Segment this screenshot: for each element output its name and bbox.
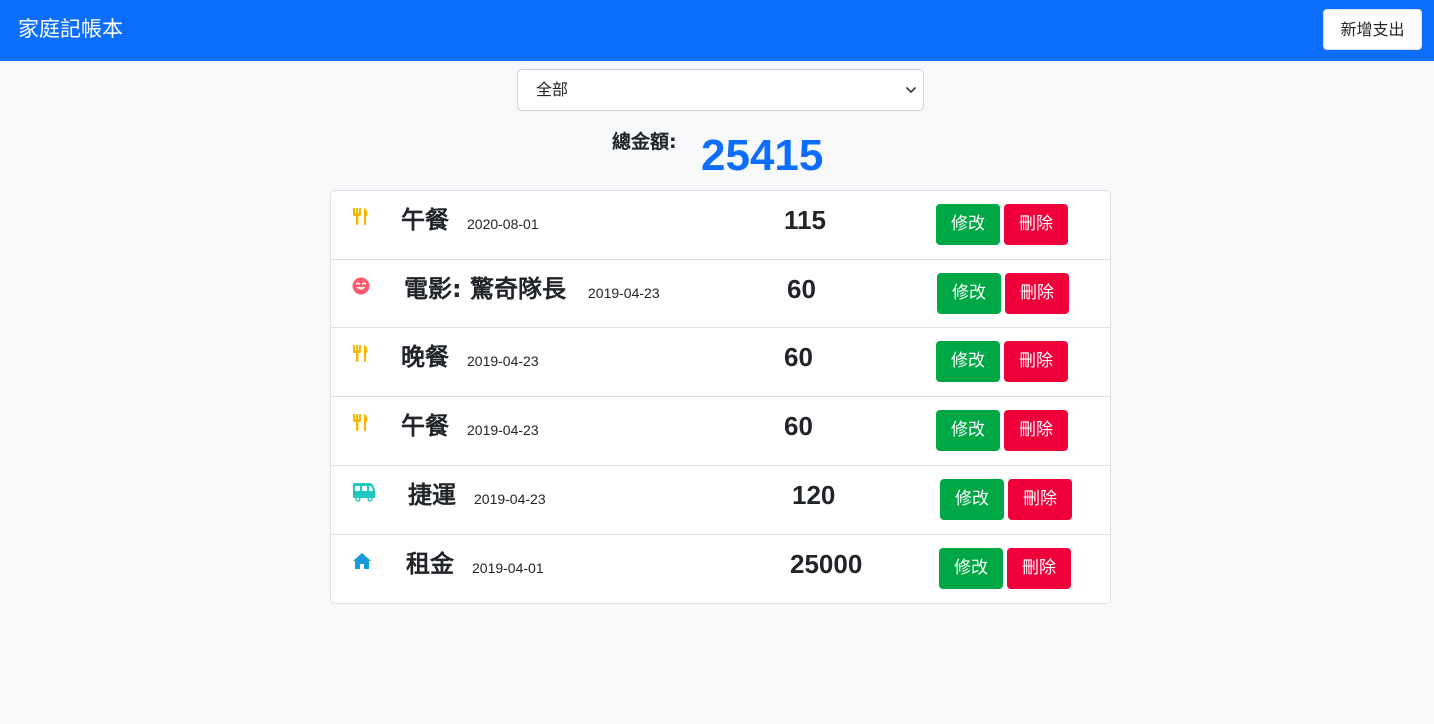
total-label: 總金額: — [612, 131, 677, 153]
expense-amount: 120 — [792, 480, 836, 510]
bus-icon — [353, 483, 375, 502]
edit-button[interactable]: 修改 — [937, 273, 1001, 314]
expense-row: 捷運 2019-04-23 120 修改 刪除 — [331, 466, 1110, 535]
expense-name: 晚餐 — [401, 343, 449, 371]
delete-button[interactable]: 刪除 — [1008, 479, 1072, 520]
edit-button[interactable]: 修改 — [940, 479, 1004, 520]
expense-amount: 25000 — [790, 549, 863, 579]
expense-row: 午餐 2019-04-23 60 修改 刪除 — [331, 397, 1110, 466]
expense-date: 2019-04-23 — [467, 422, 539, 438]
total-amount: 25415 — [701, 131, 824, 180]
expense-row: 租金 2019-04-01 25000 修改 刪除 — [331, 535, 1110, 604]
expense-name: 捷運 — [408, 481, 456, 509]
expense-name: 午餐 — [401, 206, 449, 234]
utensils-icon — [353, 208, 368, 225]
delete-button[interactable]: 刪除 — [1005, 273, 1069, 314]
app-title[interactable]: 家庭記帳本 — [18, 15, 123, 43]
delete-button[interactable]: 刪除 — [1004, 204, 1068, 245]
expense-date: 2019-04-23 — [474, 491, 546, 507]
navbar: 家庭記帳本 新增支出 — [0, 0, 1434, 61]
edit-button[interactable]: 修改 — [936, 341, 1000, 382]
utensils-icon — [353, 345, 368, 362]
expense-date: 2019-04-23 — [588, 285, 660, 301]
delete-button[interactable]: 刪除 — [1007, 548, 1071, 589]
expense-date: 2020-08-01 — [467, 216, 539, 232]
expense-amount: 60 — [784, 411, 813, 441]
add-expense-button[interactable]: 新增支出 — [1323, 9, 1422, 50]
chevron-down-icon — [906, 87, 916, 93]
smile-icon — [352, 277, 370, 295]
delete-button[interactable]: 刪除 — [1004, 410, 1068, 451]
expense-amount: 60 — [784, 342, 813, 372]
edit-button[interactable]: 修改 — [936, 204, 1000, 245]
expense-date: 2019-04-01 — [472, 560, 544, 576]
expense-date: 2019-04-23 — [467, 353, 539, 369]
expense-name: 電影: 驚奇隊長 — [404, 275, 566, 303]
expense-row: 電影: 驚奇隊長 2019-04-23 60 修改 刪除 — [331, 259, 1110, 328]
edit-button[interactable]: 修改 — [939, 548, 1003, 589]
expense-amount: 115 — [784, 205, 826, 235]
category-filter-value: 全部 — [536, 80, 569, 99]
expense-name: 租金 — [406, 550, 454, 578]
delete-button[interactable]: 刪除 — [1004, 341, 1068, 382]
expense-list: 午餐 2020-08-01 115 修改 刪除 電影: 驚奇隊長 2019-04… — [330, 190, 1111, 604]
home-icon — [353, 553, 371, 569]
expense-amount: 60 — [787, 274, 816, 304]
expense-row: 午餐 2020-08-01 115 修改 刪除 — [331, 191, 1110, 260]
expense-row: 晚餐 2019-04-23 60 修改 刪除 — [331, 328, 1110, 397]
expense-name: 午餐 — [401, 412, 449, 440]
utensils-icon — [353, 414, 368, 431]
edit-button[interactable]: 修改 — [936, 410, 1000, 451]
category-filter-select[interactable]: 全部 — [517, 69, 924, 111]
